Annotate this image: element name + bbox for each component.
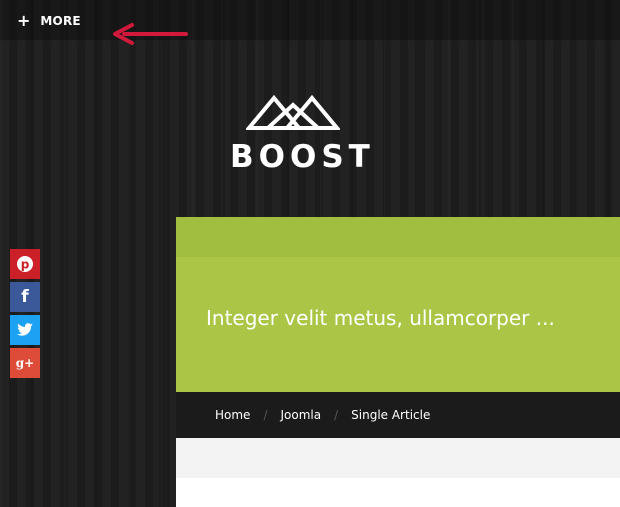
breadcrumb-item-home[interactable]: Home — [215, 408, 250, 422]
facebook-icon: f — [21, 287, 29, 307]
twitter-button[interactable] — [10, 315, 40, 345]
more-button[interactable]: + MORE — [17, 13, 81, 29]
more-label: MORE — [40, 14, 81, 28]
breadcrumb-separator: / — [334, 408, 339, 422]
hero-top-strip — [176, 217, 620, 257]
breadcrumb-separator: / — [263, 408, 268, 422]
google-plus-button[interactable]: g+ — [10, 348, 40, 378]
svg-text:p: p — [21, 258, 30, 272]
arrow-annotation-icon — [113, 23, 188, 45]
mountain-logo-icon — [246, 94, 340, 130]
content-header-strip — [176, 438, 620, 478]
pinterest-icon: p — [17, 256, 33, 272]
breadcrumb: Home / Joomla / Single Article — [215, 408, 430, 422]
pinterest-button[interactable]: p — [10, 249, 40, 279]
page-title: Integer velit metus, ullamcorper ... — [206, 306, 555, 330]
google-plus-icon: g+ — [15, 356, 35, 370]
top-bar: + MORE — [0, 0, 620, 41]
main-content-area — [176, 478, 620, 507]
hero-banner: Integer velit metus, ullamcorper ... — [176, 217, 620, 392]
plus-icon: + — [17, 11, 31, 30]
breadcrumb-item-joomla[interactable]: Joomla — [280, 408, 321, 422]
social-share-bar: p f g+ — [10, 249, 40, 381]
breadcrumb-bar: Home / Joomla / Single Article — [176, 392, 620, 438]
twitter-icon — [17, 323, 33, 336]
breadcrumb-item-current: Single Article — [351, 408, 431, 422]
logo-text: BOOST — [230, 139, 375, 175]
facebook-button[interactable]: f — [10, 282, 40, 312]
